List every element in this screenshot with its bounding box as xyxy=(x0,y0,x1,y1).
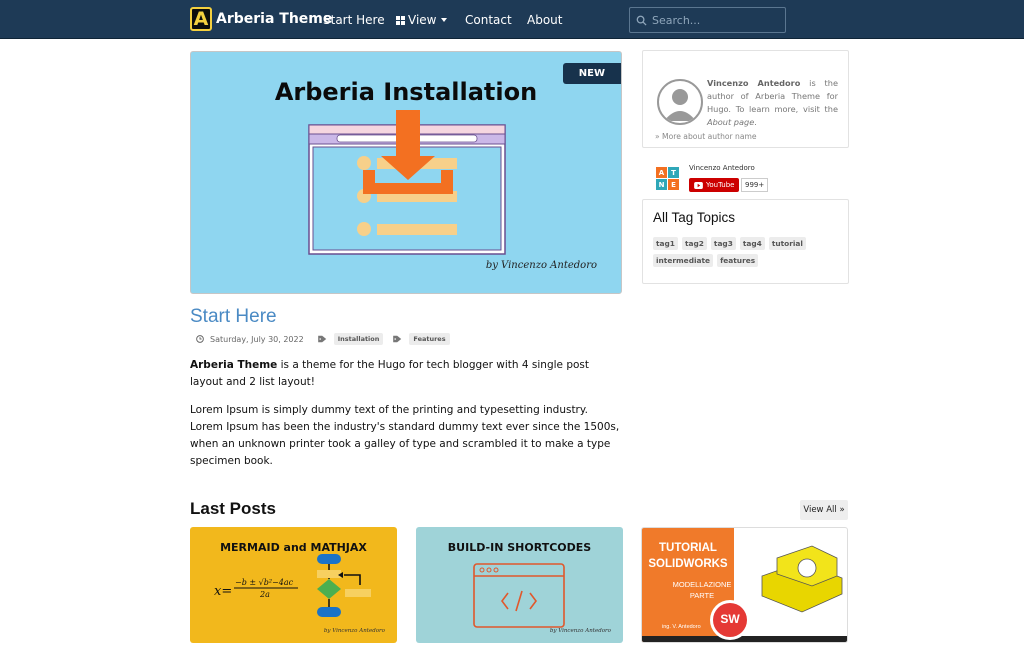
tag-link[interactable]: tag2 xyxy=(681,237,707,250)
post-card-mermaid[interactable]: MERMAID and MATHJAX x= −b ± √b²−4ac 2a b… xyxy=(190,527,397,643)
subscriber-count: 999+ xyxy=(741,178,769,192)
about-page-link[interactable]: About page xyxy=(707,117,754,127)
view-all-button[interactable]: View All » xyxy=(800,500,848,520)
more-about-author-link[interactable]: » More about author name xyxy=(655,132,757,141)
solidworks-subtitle: MODELLAZIONE PARTE xyxy=(642,579,762,601)
hero-signature: by Vincenzo Antedoro xyxy=(485,260,597,271)
post-tag[interactable]: Installation xyxy=(333,333,384,345)
youtube-subscribe-widget: A T N E Vincenzo Antedoro YouTube 999+ xyxy=(656,163,796,193)
top-navbar: A Arberia Theme Start Here View Contact … xyxy=(0,0,1024,39)
post-paragraph: Lorem Ipsum is simply dummy text of the … xyxy=(190,404,620,467)
post-card-solidworks[interactable]: TUTORIAL SOLIDWORKS MODELLAZIONE PARTE i… xyxy=(641,527,848,643)
post-intro-bold: Arberia Theme xyxy=(190,359,278,371)
tags-icon xyxy=(317,335,326,343)
youtube-channel-name[interactable]: Vincenzo Antedoro xyxy=(689,164,755,172)
grid-icon xyxy=(396,15,405,25)
post-intro: Arberia Theme is a theme for the Hugo fo… xyxy=(190,357,620,391)
post-tag[interactable]: Features xyxy=(409,333,450,345)
tag-link[interactable]: features xyxy=(717,254,759,267)
solidworks-title-line: TUTORIAL xyxy=(659,542,717,554)
svg-text:−b ± √b²−4ac: −b ± √b²−4ac xyxy=(235,578,294,587)
post-card-signature: by Vincenzo Antedoro xyxy=(549,628,611,634)
logo-letter: N xyxy=(656,179,667,190)
brand-link[interactable]: A Arberia Theme xyxy=(190,7,332,31)
author-widget: Vincenzo Antedoro is the author of Arber… xyxy=(642,50,849,148)
brand-logo: A xyxy=(190,7,212,31)
post-card-signature: by Vincenzo Antedoro xyxy=(323,628,385,634)
solidworks-author: ing. V. Antedoro xyxy=(662,624,701,630)
post-meta: Saturday, July 30, 2022 Installation Fea… xyxy=(196,333,450,345)
nav-contact[interactable]: Contact xyxy=(465,13,512,27)
brand-name: Arberia Theme xyxy=(216,11,333,27)
tag-link[interactable]: intermediate xyxy=(653,254,714,267)
youtube-button-label: YouTube xyxy=(706,181,735,189)
post-date: Saturday, July 30, 2022 xyxy=(210,334,304,344)
search-input[interactable] xyxy=(652,13,782,27)
search-box xyxy=(629,7,786,33)
last-posts-heading: Last Posts xyxy=(190,499,276,518)
tag-link[interactable]: tutorial xyxy=(768,237,806,250)
logo-letter: T xyxy=(668,167,679,178)
author-name: Vincenzo Antedoro xyxy=(707,78,801,88)
browser-download-illustration xyxy=(308,110,506,255)
nav-start-here[interactable]: Start Here xyxy=(323,13,385,27)
youtube-subscribe-button[interactable]: YouTube xyxy=(689,178,740,192)
search-icon xyxy=(636,15,647,26)
tag-topics-widget: All Tag Topics tag1 tag2 tag3 tag4 tutor… xyxy=(642,199,849,284)
svg-text:2a: 2a xyxy=(259,590,270,599)
tag-link[interactable]: tag1 xyxy=(653,237,678,250)
nav-view-dropdown[interactable]: View xyxy=(396,13,448,27)
post-title-link[interactable]: Start Here xyxy=(190,306,277,328)
tag-link[interactable]: tag4 xyxy=(739,237,765,250)
hero-image[interactable]: Arberia Installation NEW by Vincenzo Ant… xyxy=(190,51,622,294)
solidworks-logo-badge: SW xyxy=(720,612,740,626)
author-bio-end: . xyxy=(754,117,757,127)
code-window-icon xyxy=(473,563,565,628)
math-flowchart-illustration: x= −b ± √b²−4ac 2a xyxy=(214,554,371,617)
nav-about[interactable]: About xyxy=(527,13,562,27)
solidworks-subtitle-line: PARTE xyxy=(689,591,715,600)
post-card-shortcodes[interactable]: BUILD-IN SHORTCODES by Vincenzo Antedoro xyxy=(416,527,623,643)
post-excerpt: Arberia Theme is a theme for the Hugo fo… xyxy=(190,357,620,481)
tag-topics-title: All Tag Topics xyxy=(653,210,736,225)
clock-icon xyxy=(196,335,204,343)
solidworks-title-line: SOLIDWORKS xyxy=(648,558,728,570)
author-bio: Vincenzo Antedoro is the author of Arber… xyxy=(707,77,838,129)
author-avatar xyxy=(657,79,703,125)
svg-text:x=: x= xyxy=(214,584,232,599)
user-icon xyxy=(664,89,696,121)
nav-view-label: View xyxy=(408,13,437,27)
logo-letter: E xyxy=(668,179,679,190)
solidworks-title: TUTORIAL SOLIDWORKS xyxy=(642,540,734,572)
caret-down-icon xyxy=(441,18,448,22)
channel-logo: A T N E xyxy=(656,167,679,190)
youtube-play-icon xyxy=(694,181,703,189)
tag-list: tag1 tag2 tag3 tag4 tutorial intermediat… xyxy=(653,237,843,267)
tag-link[interactable]: tag3 xyxy=(710,237,736,250)
solidworks-subtitle-line: MODELLAZIONE xyxy=(672,580,732,589)
logo-letter: A xyxy=(656,167,667,178)
tags-icon xyxy=(393,335,402,343)
